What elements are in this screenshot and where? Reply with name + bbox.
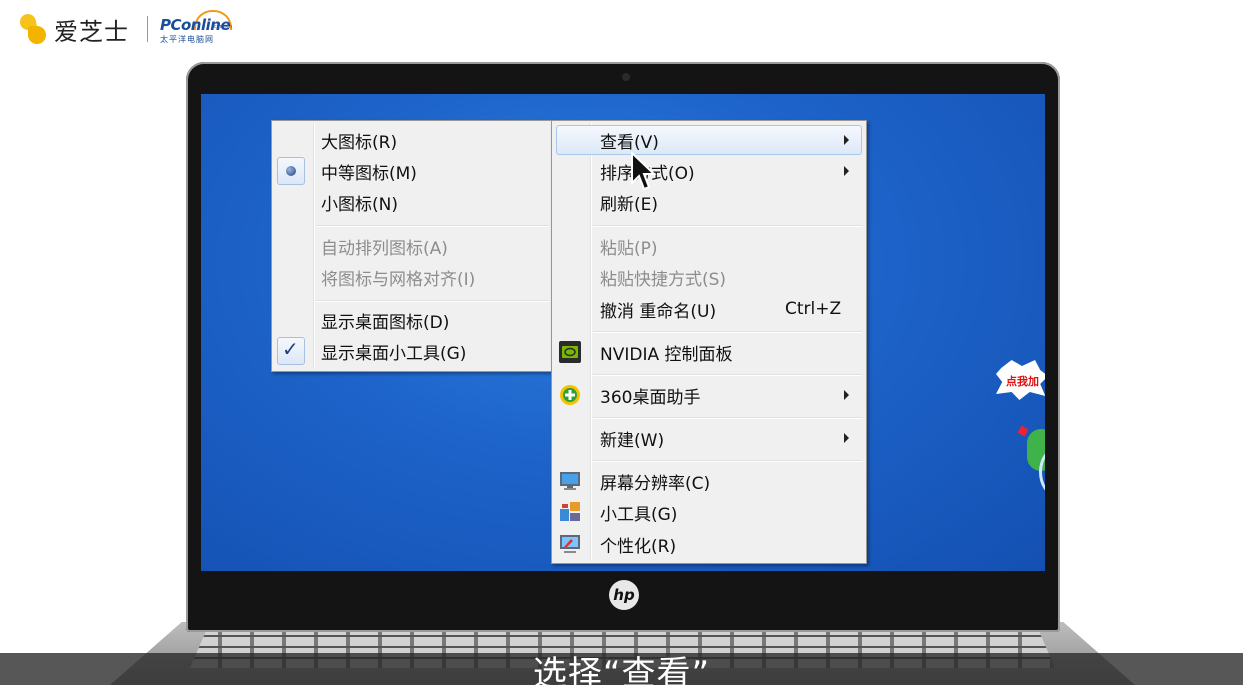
menu-item-view[interactable]: 查看(V): [552, 125, 866, 155]
submenu-item-label: 显示桌面小工具(G): [321, 343, 467, 364]
monitor-icon: [560, 472, 580, 490]
aizhishi-logo-text: 爱芝士: [54, 17, 129, 46]
submenu-item-label: 将图标与网格对齐(I): [321, 269, 476, 290]
menu-separator: [593, 417, 862, 419]
submenu-arrow-icon: [844, 135, 849, 145]
menu-item-personalize[interactable]: 个性化(R): [552, 529, 866, 559]
pconline-domain: com.cn: [214, 24, 233, 30]
aizhishi-logo: 爱芝士: [18, 10, 129, 48]
submenu-item-align-to-grid[interactable]: 将图标与网格对齐(I): [272, 262, 553, 292]
desktop-context-menu: 查看(V) 排序方式(O) 刷新(E) 粘贴(P) 粘贴快捷方式(S) 撤消 重…: [551, 120, 867, 564]
submenu-item-large-icons[interactable]: 大图标(R): [272, 125, 553, 155]
mouse-pointer-icon: [631, 152, 657, 191]
pconline-logo: PConline com.cn 太平洋电脑网: [160, 10, 240, 46]
submenu-item-label: 小图标(N): [321, 194, 398, 215]
menu-item-paste[interactable]: 粘贴(P): [552, 231, 866, 261]
pconline-subtitle: 太平洋电脑网: [160, 35, 214, 44]
submenu-item-label: 显示桌面图标(D): [321, 312, 450, 333]
menu-item-paste-shortcut[interactable]: 粘贴快捷方式(S): [552, 262, 866, 292]
view-submenu: 大图标(R) 中等图标(M) 小图标(N) 自动排列图标(A) 将图标与网格对齐…: [271, 120, 554, 372]
submenu-arrow-icon: [844, 433, 849, 443]
menu-item-undo-rename[interactable]: 撤消 重命名(U) Ctrl+Z: [552, 294, 866, 324]
video-subtitle: 选择“查看”: [532, 654, 711, 694]
menu-item-label: 个性化(R): [600, 536, 677, 557]
menu-item-label: 查看(V): [600, 132, 659, 153]
submenu-item-small-icons[interactable]: 小图标(N): [272, 187, 553, 217]
radio-selected-icon: [277, 157, 305, 185]
submenu-item-label: 自动排列图标(A): [321, 238, 448, 259]
submenu-item-auto-arrange[interactable]: 自动排列图标(A): [272, 231, 553, 261]
menu-item-label: 屏幕分辨率(C): [600, 473, 711, 494]
menu-item-label: 小工具(G): [600, 504, 678, 525]
aizhishi-logo-icon: [18, 12, 48, 46]
360-plus-icon: [560, 385, 580, 405]
personalize-icon: [560, 535, 580, 553]
menu-item-gadgets[interactable]: 小工具(G): [552, 497, 866, 527]
menu-separator: [593, 331, 862, 333]
submenu-arrow-icon: [844, 390, 849, 400]
submenu-item-medium-icons[interactable]: 中等图标(M): [272, 156, 553, 186]
submenu-item-label: 大图标(R): [321, 132, 398, 153]
menu-item-screen-resolution[interactable]: 屏幕分辨率(C): [552, 466, 866, 496]
sticker-label: 点我加: [1006, 375, 1039, 388]
menu-separator: [316, 300, 549, 302]
menu-item-label: 撤消 重命名(U): [600, 301, 717, 322]
menu-separator: [316, 225, 549, 227]
checkmark-icon: ✓: [277, 337, 305, 365]
menu-item-shortcut: Ctrl+Z: [785, 299, 842, 319]
desktop-widget-sticker[interactable]: 点我加: [996, 360, 1045, 410]
menu-item-label: 新建(W): [600, 430, 665, 451]
webcam-icon: [622, 73, 630, 81]
menu-item-new[interactable]: 新建(W): [552, 423, 866, 453]
gadgets-icon: [560, 502, 580, 521]
logo-divider: [147, 16, 148, 42]
menu-item-label: 粘贴快捷方式(S): [600, 269, 727, 290]
menu-item-label: 360桌面助手: [600, 387, 701, 408]
submenu-arrow-icon: [844, 166, 849, 176]
submenu-item-show-gadgets[interactable]: ✓ 显示桌面小工具(G): [272, 336, 553, 366]
submenu-item-label: 中等图标(M): [321, 163, 417, 184]
nvidia-icon: [559, 341, 581, 363]
menu-item-label: NVIDIA 控制面板: [600, 344, 733, 365]
menu-separator: [593, 374, 862, 376]
hp-logo-icon: hp: [609, 580, 639, 610]
menu-separator: [593, 460, 862, 462]
desktop-widget-frog-icon[interactable]: [1017, 419, 1045, 499]
menu-item-360-desktop-assistant[interactable]: 360桌面助手: [552, 380, 866, 410]
menu-item-sort-by[interactable]: 排序方式(O): [552, 156, 866, 186]
menu-item-label: 刷新(E): [600, 194, 659, 215]
menu-item-refresh[interactable]: 刷新(E): [552, 187, 866, 217]
menu-item-nvidia-control-panel[interactable]: NVIDIA 控制面板: [552, 337, 866, 367]
menu-item-label: 粘贴(P): [600, 238, 658, 259]
menu-separator: [593, 225, 862, 227]
submenu-item-show-desktop-icons[interactable]: 显示桌面图标(D): [272, 305, 553, 335]
